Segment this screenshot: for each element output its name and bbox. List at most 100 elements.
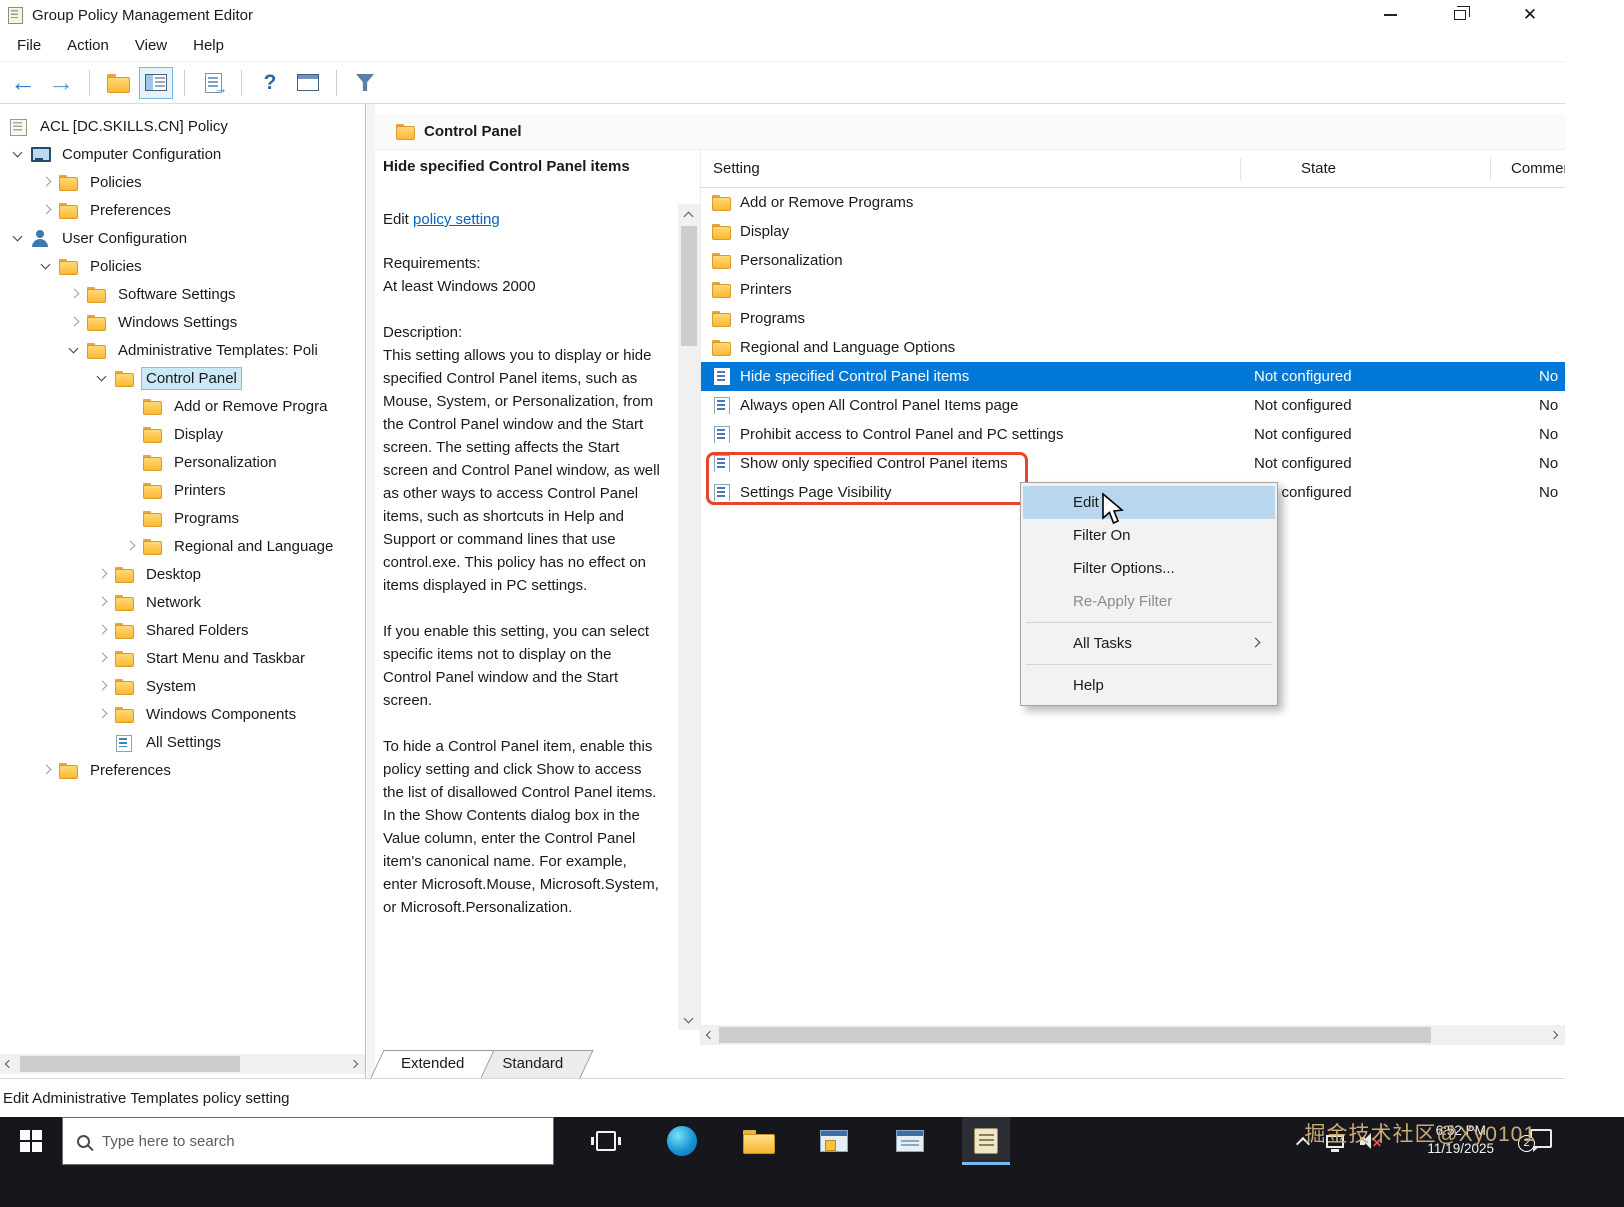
taskbar-search[interactable]: Type here to search (62, 1117, 554, 1165)
setting-row[interactable]: Add or Remove Programs (701, 188, 1565, 217)
expand-chevron-icon[interactable] (64, 283, 86, 305)
tree-item[interactable]: Start Menu and Taskbar (0, 644, 365, 672)
view-tab[interactable]: Extended (377, 1050, 488, 1078)
setting-row[interactable]: Prohibit access to Control Panel and PC … (701, 420, 1565, 449)
view-tab[interactable]: Standard (478, 1050, 587, 1078)
column-header-setting[interactable]: Setting (701, 157, 1241, 180)
expand-chevron-icon[interactable] (120, 423, 142, 445)
expand-chevron-icon[interactable] (92, 367, 114, 389)
maximize-button[interactable] (1425, 0, 1495, 30)
expand-chevron-icon[interactable] (8, 143, 30, 165)
scrollbar-thumb[interactable] (20, 1056, 240, 1072)
scroll-right-icon[interactable] (347, 1054, 365, 1074)
context-menu-item[interactable]: Filter On (1023, 519, 1275, 552)
minimize-button[interactable] (1355, 0, 1425, 30)
task-view-button[interactable] (582, 1117, 630, 1165)
start-button[interactable] (0, 1117, 62, 1165)
menu-item[interactable]: View (122, 33, 180, 58)
scroll-right-icon[interactable] (1547, 1025, 1565, 1045)
context-menu-item[interactable]: Edit (1023, 486, 1275, 519)
expand-chevron-icon[interactable] (36, 199, 58, 221)
tree-item[interactable]: Personalization (0, 448, 365, 476)
expand-chevron-icon[interactable] (120, 535, 142, 557)
expand-chevron-icon[interactable] (92, 647, 114, 669)
tree-item[interactable]: System (0, 672, 365, 700)
policy-setting-link[interactable]: policy setting (413, 211, 500, 228)
tree-item[interactable]: Network (0, 588, 365, 616)
tree-item[interactable]: All Settings (0, 728, 365, 756)
tree-item[interactable]: Computer Configuration (0, 140, 365, 168)
setting-row[interactable]: Printers (701, 275, 1565, 304)
tree-item[interactable]: Policies (0, 168, 365, 196)
tree-item[interactable]: Windows Components (0, 700, 365, 728)
tree-item[interactable]: Preferences (0, 196, 365, 224)
tree-item[interactable]: Control Panel (0, 364, 365, 392)
tree-item[interactable]: Software Settings (0, 280, 365, 308)
column-header-state[interactable]: State (1241, 157, 1491, 180)
scroll-left-icon[interactable] (701, 1025, 719, 1045)
expand-chevron-icon[interactable] (36, 759, 58, 781)
expand-chevron-icon[interactable] (120, 479, 142, 501)
tree-item[interactable]: Display (0, 420, 365, 448)
expand-chevron-icon[interactable] (92, 703, 114, 725)
expand-chevron-icon[interactable] (92, 591, 114, 613)
menu-item[interactable]: File (4, 33, 54, 58)
setting-row[interactable]: Personalization (701, 246, 1565, 275)
export-list-button[interactable] (196, 67, 230, 99)
menu-item[interactable]: Help (180, 33, 237, 58)
folder-up-button[interactable] (101, 67, 135, 99)
tree-item[interactable]: Desktop (0, 560, 365, 588)
setting-row[interactable]: Regional and Language Options (701, 333, 1565, 362)
file-explorer-button[interactable] (734, 1117, 782, 1165)
tree-item[interactable]: Preferences (0, 756, 365, 784)
tree-item[interactable]: Policies (0, 252, 365, 280)
expand-chevron-icon[interactable] (36, 171, 58, 193)
scroll-down-icon[interactable] (678, 1010, 700, 1030)
scrollbar-thumb[interactable] (681, 226, 697, 346)
filter-button[interactable] (348, 67, 382, 99)
tree-item[interactable]: Administrative Templates: Poli (0, 336, 365, 364)
tree-item[interactable]: Add or Remove Progra (0, 392, 365, 420)
scroll-up-icon[interactable] (678, 204, 700, 224)
column-header-comment[interactable]: Comment (1491, 158, 1565, 180)
panel-splitter[interactable] (367, 104, 375, 1078)
edge-button[interactable] (658, 1117, 706, 1165)
setting-row[interactable]: Display (701, 217, 1565, 246)
console-tree-button[interactable] (139, 66, 173, 99)
tree-item[interactable]: Windows Settings (0, 308, 365, 336)
list-horizontal-scrollbar[interactable] (701, 1025, 1565, 1045)
expand-chevron-icon[interactable] (92, 619, 114, 641)
console-window-button-1[interactable] (810, 1117, 858, 1165)
tree-item[interactable]: Shared Folders (0, 616, 365, 644)
close-button[interactable] (1495, 0, 1565, 30)
tree-item[interactable]: User Configuration (0, 224, 365, 252)
titlebar[interactable]: Group Policy Management Editor (0, 0, 1565, 30)
expand-chevron-icon[interactable] (8, 227, 30, 249)
setting-row[interactable]: Always open All Control Panel Items page… (701, 391, 1565, 420)
context-menu-item[interactable]: Filter Options... (1023, 552, 1275, 585)
expand-chevron-icon[interactable] (92, 675, 114, 697)
expand-chevron-icon[interactable] (120, 395, 142, 417)
menu-item[interactable]: Action (54, 33, 122, 58)
expand-chevron-icon[interactable] (64, 311, 86, 333)
setting-row[interactable]: Show only specified Control Panel items … (701, 449, 1565, 478)
setting-row[interactable]: Programs (701, 304, 1565, 333)
tree-item[interactable]: Printers (0, 476, 365, 504)
context-menu-item[interactable]: Re-Apply Filter (1023, 585, 1275, 618)
context-menu-item[interactable]: All Tasks (1023, 627, 1275, 660)
help-button[interactable] (253, 67, 287, 99)
tree-item[interactable]: Programs (0, 504, 365, 532)
context-menu-item[interactable]: Help (1023, 669, 1275, 702)
forward-arrow-button[interactable] (44, 67, 78, 99)
scroll-left-icon[interactable] (0, 1054, 18, 1074)
expand-chevron-icon[interactable] (64, 339, 86, 361)
tree-item[interactable]: Regional and Language (0, 532, 365, 560)
console-window-button-2[interactable] (886, 1117, 934, 1165)
gpme-taskbar-button[interactable] (962, 1117, 1010, 1165)
back-arrow-button[interactable] (6, 67, 40, 99)
setting-row[interactable]: Hide specified Control Panel items Not c… (701, 362, 1565, 391)
expand-chevron-icon[interactable] (36, 255, 58, 277)
scrollbar-thumb[interactable] (719, 1027, 1431, 1043)
properties-window-button[interactable] (291, 67, 325, 99)
tree-horizontal-scrollbar[interactable] (0, 1054, 365, 1074)
